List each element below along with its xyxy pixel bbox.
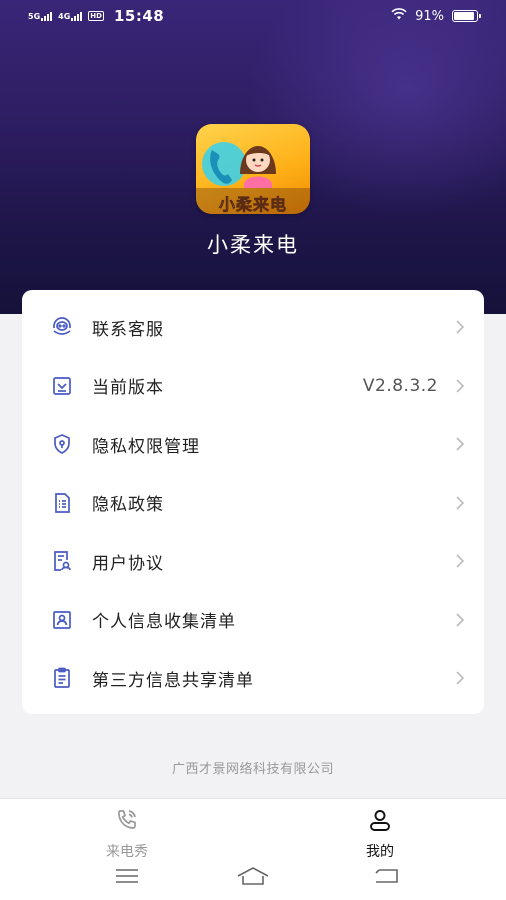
menu-item-label: 用户协议: [92, 553, 164, 574]
back-nav-button[interactable]: [366, 866, 406, 890]
clipboard-icon: [50, 666, 74, 690]
hamburger-icon: [115, 868, 139, 888]
wifi-icon: [391, 8, 407, 24]
company-name: 广西才景网络科技有限公司: [171, 762, 334, 777]
clock: 15:48: [113, 7, 165, 25]
menu-item-label: 隐私权限管理: [92, 436, 200, 457]
menu-item-label: 联系客服: [92, 319, 164, 340]
menu-item-third-party-sharing[interactable]: 第三方信息共享清单: [22, 649, 484, 708]
home-nav-button[interactable]: [233, 866, 273, 890]
signal-bars-icon: [71, 11, 83, 21]
system-navigation-bar: [0, 858, 506, 900]
chevron-right-icon: [452, 612, 468, 628]
app-name: 小柔来电: [207, 233, 299, 257]
battery-percent: 91%: [415, 8, 444, 24]
app-logo-text: 小柔来电: [218, 195, 287, 214]
chevron-right-icon: [452, 319, 468, 335]
menu-item-label: 隐私政策: [92, 495, 164, 516]
version-icon: [50, 374, 74, 398]
chevron-right-icon: [452, 670, 468, 686]
chevron-right-icon: [452, 378, 468, 394]
menu-item-user-agreement[interactable]: 用户协议: [22, 532, 484, 591]
menu-item-label: 个人信息收集清单: [92, 612, 236, 633]
home-icon: [236, 866, 270, 890]
network-label-5g: 5G: [28, 11, 41, 21]
tab-mine[interactable]: 我的: [320, 807, 440, 861]
settings-card: 联系客服 当前版本 V2.8.3.2 隐私权限管理 隐私政策 用户协议 个人信息…: [22, 290, 484, 714]
menu-item-current-version[interactable]: 当前版本 V2.8.3.2: [22, 357, 484, 416]
version-value: V2.8.3.2: [362, 375, 438, 396]
person-card-icon: [50, 608, 74, 632]
app-logo: 小柔来电: [196, 124, 310, 214]
menu-item-label: 当前版本: [92, 378, 164, 399]
headset-icon: [50, 315, 74, 339]
shield-icon: [50, 432, 74, 456]
menu-item-personal-info-list[interactable]: 个人信息收集清单: [22, 591, 484, 650]
user-icon: [367, 807, 393, 837]
menu-item-label: 第三方信息共享清单: [92, 670, 254, 691]
phone-call-icon: [114, 807, 140, 837]
menu-item-customer-service[interactable]: 联系客服: [22, 298, 484, 357]
hd-badge: HD: [88, 11, 104, 21]
back-icon: [373, 867, 399, 889]
chevron-right-icon: [452, 436, 468, 452]
chevron-right-icon: [452, 495, 468, 511]
battery-icon: [452, 10, 481, 22]
network-label-4g: 4G: [58, 11, 71, 21]
signal-4g: 4G: [58, 11, 83, 21]
menu-item-privacy-permissions[interactable]: 隐私权限管理: [22, 415, 484, 474]
menu-nav-button[interactable]: [107, 866, 147, 890]
document-list-icon: [50, 491, 74, 515]
status-bar: 5G 4G HD 15:48 91%: [0, 0, 506, 32]
signal-5g: 5G: [28, 11, 53, 21]
tab-call-show[interactable]: 来电秀: [67, 807, 187, 861]
agreement-icon: [50, 549, 74, 573]
signal-bars-icon: [41, 11, 53, 21]
menu-item-privacy-policy[interactable]: 隐私政策: [22, 474, 484, 533]
chevron-right-icon: [452, 553, 468, 569]
